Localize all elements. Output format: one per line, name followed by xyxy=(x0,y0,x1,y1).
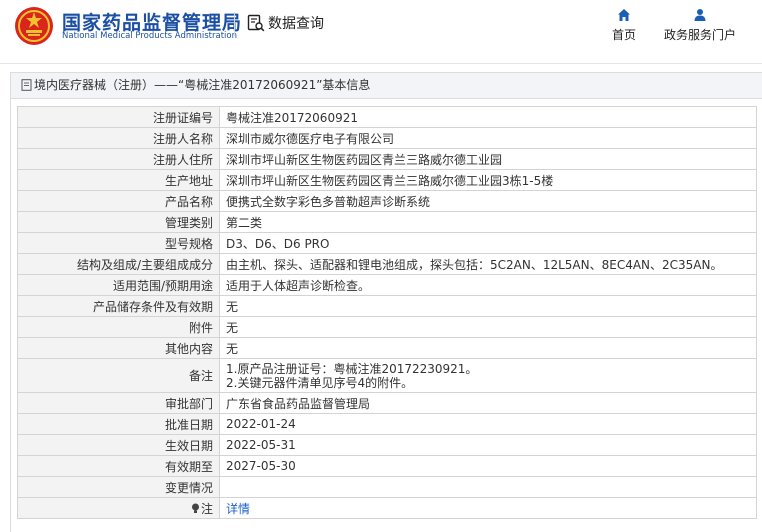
row-value: 1.原产品注册证号：粤械注准20172230921。 2.关键元器件清单见序号4… xyxy=(219,358,757,393)
row-value: 深圳市坪山新区生物医药园区青兰三路威尔德工业园 xyxy=(219,148,757,170)
data-query-label[interactable]: 数据查询 xyxy=(268,13,324,33)
detail-panel: 境内医疗器械（注册）——“粤械注准20172060921”基本信息 注册证编号 … xyxy=(10,72,762,532)
table-row: 管理类别 第二类 xyxy=(17,211,757,233)
table-row: 批准日期 2022-01-24 xyxy=(17,413,757,435)
panel-title-bar: 境内医疗器械（注册）——“粤械注准20172060921”基本信息 xyxy=(11,73,762,99)
table-row: 其他内容 无 xyxy=(17,337,757,359)
row-value: 无 xyxy=(219,316,757,338)
row-label: 备注 xyxy=(17,358,220,393)
home-icon xyxy=(618,9,630,21)
row-label: 注册证编号 xyxy=(17,106,220,128)
row-label: 批准日期 xyxy=(17,413,220,435)
site-subtitle: National Medical Products Administration xyxy=(62,31,237,41)
row-label: 生效日期 xyxy=(17,434,220,456)
row-label: 产品名称 xyxy=(17,190,220,212)
row-value: 第二类 xyxy=(219,211,757,233)
row-label: 注册人名称 xyxy=(17,127,220,149)
row-label: 附件 xyxy=(17,316,220,338)
table-row: 注册人住所 深圳市坪山新区生物医药园区青兰三路威尔德工业园 xyxy=(17,148,757,170)
nav-home[interactable]: 首页 xyxy=(606,8,642,43)
table-row: 生产地址 深圳市坪山新区生物医药园区青兰三路威尔德工业园3栋1-5楼 xyxy=(17,169,757,191)
row-value xyxy=(219,476,757,498)
row-value: 深圳市威尔德医疗电子有限公司 xyxy=(219,127,757,149)
row-label: 审批部门 xyxy=(17,392,220,414)
row-label: 有效期至 xyxy=(17,455,220,477)
header-divider xyxy=(234,12,235,36)
row-value: 2022-01-24 xyxy=(219,413,757,435)
table-row: 审批部门 广东省食品药品监督管理局 xyxy=(17,392,757,414)
row-value: 粤械注准20172060921 xyxy=(219,106,757,128)
row-value: D3、D6、D6 PRO xyxy=(219,232,757,254)
site-header: 国家药品监督管理局 National Medical Products Admi… xyxy=(0,0,762,64)
row-value: 深圳市坪山新区生物医药园区青兰三路威尔德工业园3栋1-5楼 xyxy=(219,169,757,191)
row-value: 2027-05-30 xyxy=(219,455,757,477)
row-label: 变更情况 xyxy=(17,476,220,498)
row-value: 无 xyxy=(219,295,757,317)
table-row: 适用范围/预期用途 适用于人体超声诊断检查。 xyxy=(17,274,757,296)
table-row: 结构及组成/主要组成成分 由主机、探头、适配器和锂电池组成，探头包括：5C2AN… xyxy=(17,253,757,275)
remark-line: 1.原产品注册证号：粤械注准20172230921。 xyxy=(226,361,478,376)
panel-title: 境内医疗器械（注册）——“粤械注准20172060921”基本信息 xyxy=(34,78,371,92)
row-label: 适用范围/预期用途 xyxy=(17,274,220,296)
row-value: 适用于人体超声诊断检查。 xyxy=(219,274,757,296)
table-row: 生效日期 2022-05-31 xyxy=(17,434,757,456)
row-value: 详情 xyxy=(219,497,757,519)
table-row: 有效期至 2027-05-30 xyxy=(17,455,757,477)
row-label: 型号规格 xyxy=(17,232,220,254)
table-row: 注 详情 xyxy=(17,497,757,519)
row-label: 注册人住所 xyxy=(17,148,220,170)
remark-line: 2.关键元器件清单见序号4的附件。 xyxy=(226,375,414,390)
lightbulb-icon xyxy=(191,503,199,513)
table-row: 注册人名称 深圳市威尔德医疗电子有限公司 xyxy=(17,127,757,149)
row-label: 结构及组成/主要组成成分 xyxy=(17,253,220,275)
row-label: 产品储存条件及有效期 xyxy=(17,295,220,317)
row-label: 生产地址 xyxy=(17,169,220,191)
table-row: 变更情况 xyxy=(17,476,757,498)
nav-service-portal-label: 政务服务门户 xyxy=(663,28,736,42)
note-label: 注 xyxy=(200,501,213,516)
table-row: 附件 无 xyxy=(17,316,757,338)
nav-service-portal[interactable]: 政务服务门户 xyxy=(660,8,740,43)
registration-info-table: 注册证编号 粤械注准20172060921 注册人名称 深圳市威尔德医疗电子有限… xyxy=(17,106,757,519)
table-row: 型号规格 D3、D6、D6 PRO xyxy=(17,232,757,254)
row-value: 无 xyxy=(219,337,757,359)
row-value: 2022-05-31 xyxy=(219,434,757,456)
table-row: 产品储存条件及有效期 无 xyxy=(17,295,757,317)
row-value: 广东省食品药品监督管理局 xyxy=(219,392,757,414)
table-row: 产品名称 便携式全数字彩色多普勒超声诊断系统 xyxy=(17,190,757,212)
table-row: 注册证编号 粤械注准20172060921 xyxy=(17,106,757,128)
data-query-icon xyxy=(247,14,265,32)
document-icon xyxy=(21,79,32,91)
note-row-label: 注 xyxy=(17,497,220,519)
nav-home-label: 首页 xyxy=(611,28,636,42)
details-link[interactable]: 详情 xyxy=(226,502,250,516)
row-label: 管理类别 xyxy=(17,211,220,233)
row-value: 便携式全数字彩色多普勒超声诊断系统 xyxy=(219,190,757,212)
national-emblem-logo[interactable] xyxy=(14,6,54,46)
table-row: 备注 1.原产品注册证号：粤械注准20172230921。 2.关键元器件清单见… xyxy=(17,358,757,393)
row-value: 由主机、探头、适配器和锂电池组成，探头包括：5C2AN、12L5AN、8EC4A… xyxy=(219,253,757,275)
user-icon xyxy=(694,9,706,21)
row-label: 其他内容 xyxy=(17,337,220,359)
